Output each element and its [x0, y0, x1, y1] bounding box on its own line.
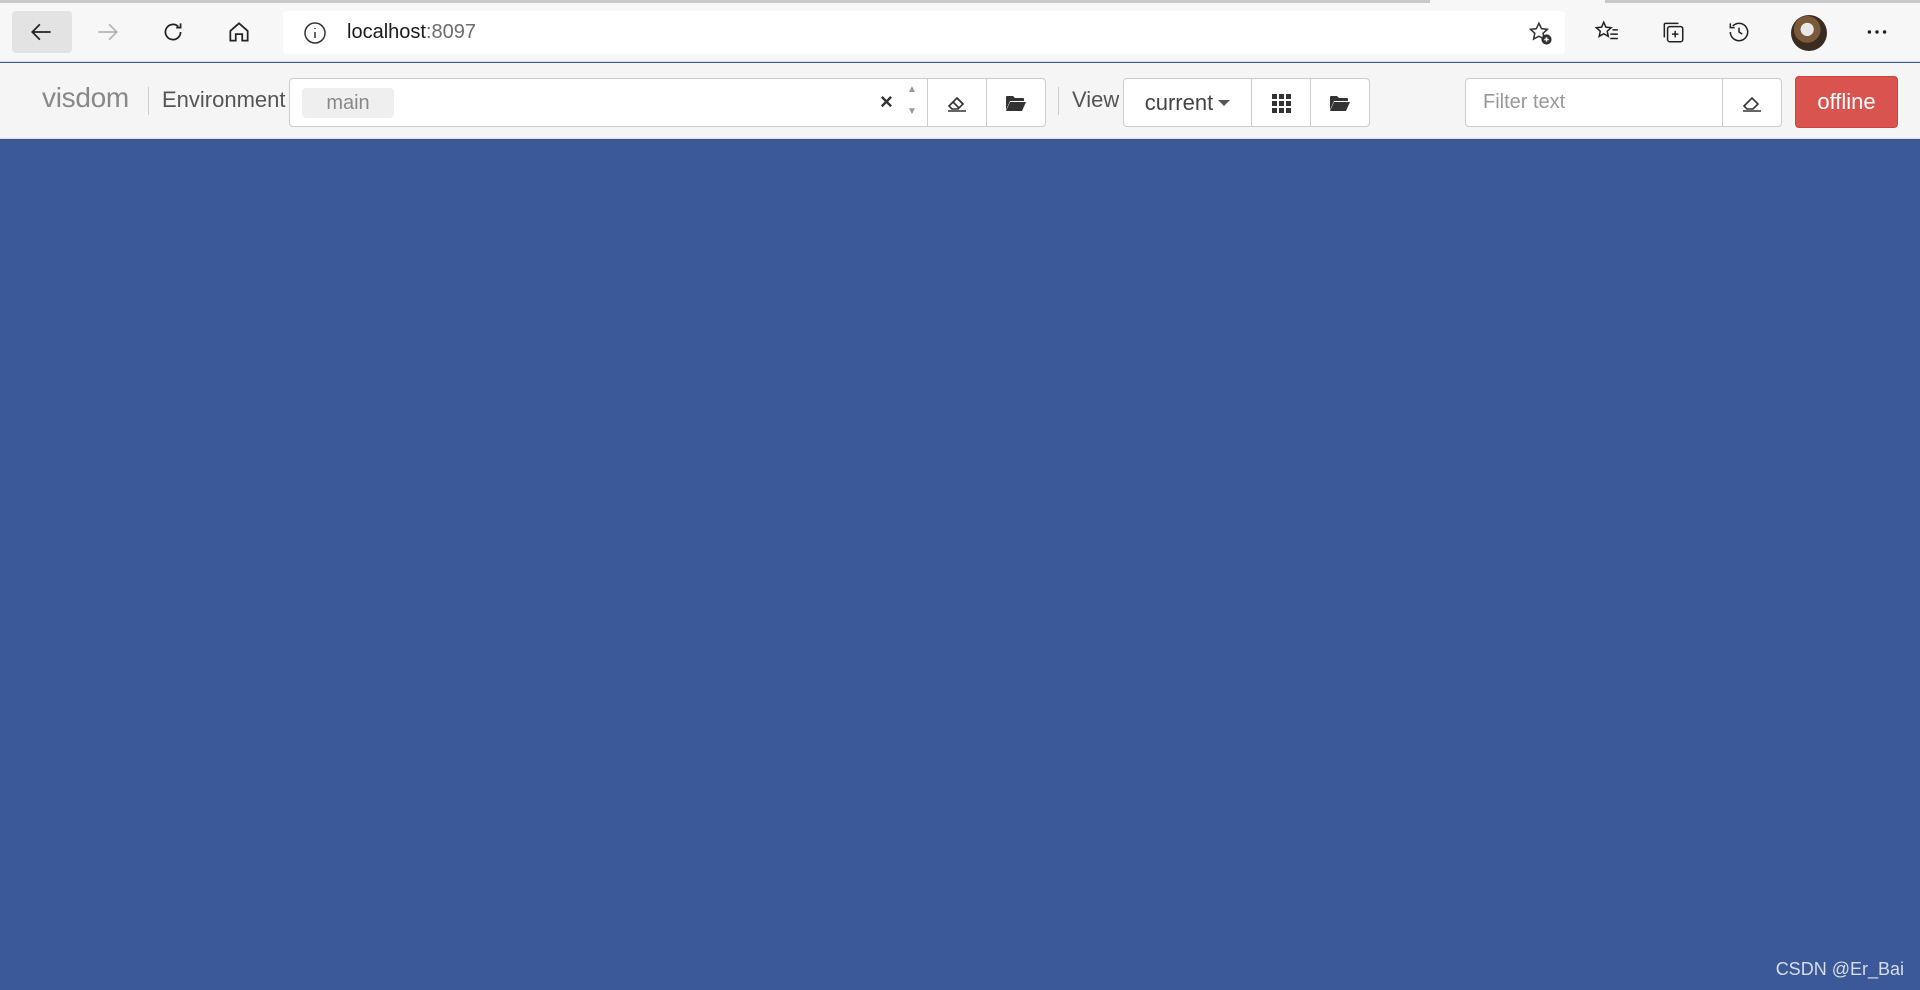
collections-icon[interactable]	[1658, 17, 1688, 47]
home-button[interactable]	[209, 11, 269, 53]
folder-open-icon	[1006, 95, 1026, 111]
clear-environment-button[interactable]: ×	[880, 89, 893, 115]
main-canvas	[0, 139, 1920, 990]
url-port: :8097	[425, 21, 476, 43]
back-icon	[31, 23, 51, 41]
forward-button[interactable]	[77, 11, 137, 53]
refresh-button[interactable]	[143, 11, 203, 53]
clear-env-button[interactable]	[927, 78, 987, 127]
home-icon	[229, 22, 249, 42]
brand-logo: visdom	[42, 82, 129, 113]
add-favorite-icon[interactable]	[1527, 20, 1553, 46]
manage-views-button[interactable]	[1310, 78, 1370, 127]
environment-select[interactable]: main × ▲ ▼	[289, 78, 928, 127]
url-host: localhost	[347, 21, 426, 43]
manage-env-button[interactable]	[986, 78, 1046, 127]
tab-strip	[1605, 0, 1920, 3]
divider	[148, 87, 149, 115]
avatar[interactable]	[1791, 15, 1827, 51]
back-button[interactable]	[12, 11, 72, 53]
chevron-down-icon	[1218, 99, 1231, 106]
view-selected-value: current	[1144, 89, 1214, 115]
eraser-icon	[1742, 96, 1761, 112]
repack-button[interactable]	[1251, 78, 1311, 127]
info-icon[interactable]	[303, 21, 327, 45]
environment-tag[interactable]: main	[302, 88, 394, 118]
tab-strip	[0, 0, 1430, 3]
environment-label: Environment	[162, 87, 286, 112]
refresh-icon	[164, 23, 182, 41]
history-icon[interactable]	[1724, 17, 1754, 47]
spin-up-icon[interactable]: ▲	[907, 84, 917, 95]
connection-status-button[interactable]: offline	[1795, 76, 1898, 128]
address-bar[interactable]: localhost:8097	[283, 11, 1565, 54]
favorites-icon[interactable]	[1592, 17, 1622, 47]
grid-icon	[1272, 93, 1291, 113]
more-icon[interactable]	[1862, 17, 1892, 47]
browser-toolbar: localhost:8097	[0, 0, 1920, 62]
spin-down-icon[interactable]: ▼	[907, 106, 917, 117]
view-dropdown[interactable]: current	[1123, 78, 1252, 127]
folder-open-icon	[1330, 95, 1350, 111]
eraser-icon	[947, 96, 966, 112]
divider	[1058, 87, 1059, 115]
visdom-toolbar: visdom Environment main × ▲ ▼ View curre…	[0, 63, 1920, 139]
view-label: View	[1072, 87, 1120, 112]
filter-text-input[interactable]	[1465, 78, 1723, 127]
forward-icon	[98, 23, 118, 41]
clear-filter-button[interactable]	[1722, 78, 1782, 127]
watermark: CSDN @Er_Bai	[1775, 959, 1904, 979]
